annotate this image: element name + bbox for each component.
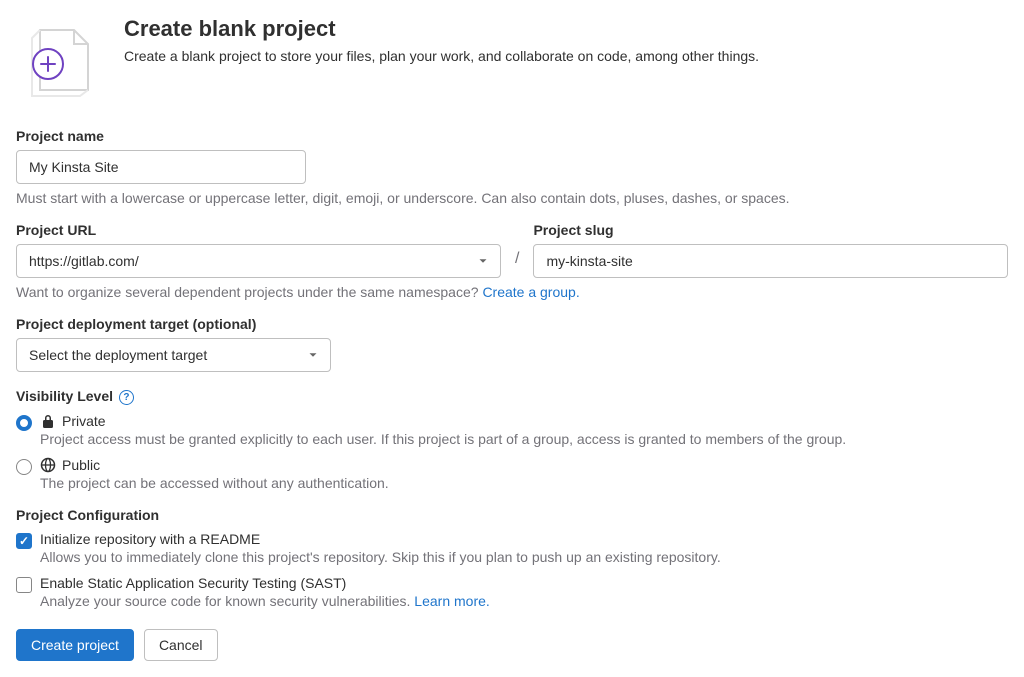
deploy-target-select[interactable]: Select the deployment target [16, 338, 331, 372]
sast-label: Enable Static Application Security Testi… [40, 575, 346, 591]
cancel-button[interactable]: Cancel [144, 629, 218, 661]
project-slug-input[interactable] [533, 244, 1008, 278]
lock-icon [40, 413, 56, 429]
readme-desc: Allows you to immediately clone this pro… [40, 549, 1008, 565]
project-url-label: Project URL [16, 222, 501, 238]
public-desc: The project can be accessed without any … [40, 475, 1008, 491]
private-desc: Project access must be granted explicitl… [40, 431, 1008, 447]
deploy-target-label: Project deployment target (optional) [16, 316, 1008, 332]
sast-learn-more-link[interactable]: Learn more. [414, 593, 489, 609]
url-separator: / [501, 222, 533, 268]
header-text: Create blank project Create a blank proj… [124, 16, 759, 64]
radio-public[interactable] [16, 459, 32, 475]
checkbox-sast[interactable] [16, 577, 32, 593]
visibility-group: Visibility Level ? Private Project acces… [16, 388, 1008, 491]
project-slug-label: Project slug [533, 222, 1008, 238]
project-name-input[interactable] [16, 150, 306, 184]
button-row: Create project Cancel [16, 629, 1008, 661]
page-title: Create blank project [124, 16, 759, 42]
group-hint: Want to organize several dependent proje… [16, 284, 1008, 300]
create-project-button[interactable]: Create project [16, 629, 134, 661]
readme-option[interactable]: Initialize repository with a README Allo… [16, 531, 1008, 565]
visibility-public-option[interactable]: Public The project can be accessed witho… [16, 457, 1008, 491]
sast-option[interactable]: Enable Static Application Security Testi… [16, 575, 1008, 609]
readme-label: Initialize repository with a README [40, 531, 260, 547]
checkbox-readme[interactable] [16, 533, 32, 549]
private-label: Private [62, 413, 106, 429]
page-header: Create blank project Create a blank proj… [16, 16, 1008, 104]
globe-icon [40, 457, 56, 473]
radio-private[interactable] [16, 415, 32, 431]
deploy-target-group: Project deployment target (optional) Sel… [16, 316, 1008, 372]
config-label: Project Configuration [16, 507, 1008, 523]
visibility-private-option[interactable]: Private Project access must be granted e… [16, 413, 1008, 447]
sast-desc: Analyze your source code for known secur… [40, 593, 1008, 609]
project-url-select[interactable]: https://gitlab.com/ [16, 244, 501, 278]
project-name-helper: Must start with a lowercase or uppercase… [16, 190, 1008, 206]
project-name-group: Project name Must start with a lowercase… [16, 128, 1008, 206]
help-icon[interactable]: ? [119, 390, 134, 405]
page-subtitle: Create a blank project to store your fil… [124, 48, 759, 64]
visibility-label: Visibility Level ? [16, 388, 1008, 405]
project-name-label: Project name [16, 128, 1008, 144]
blank-project-icon [16, 16, 104, 104]
create-group-link[interactable]: Create a group. [482, 284, 579, 300]
public-label: Public [62, 457, 100, 473]
config-group: Project Configuration Initialize reposit… [16, 507, 1008, 609]
